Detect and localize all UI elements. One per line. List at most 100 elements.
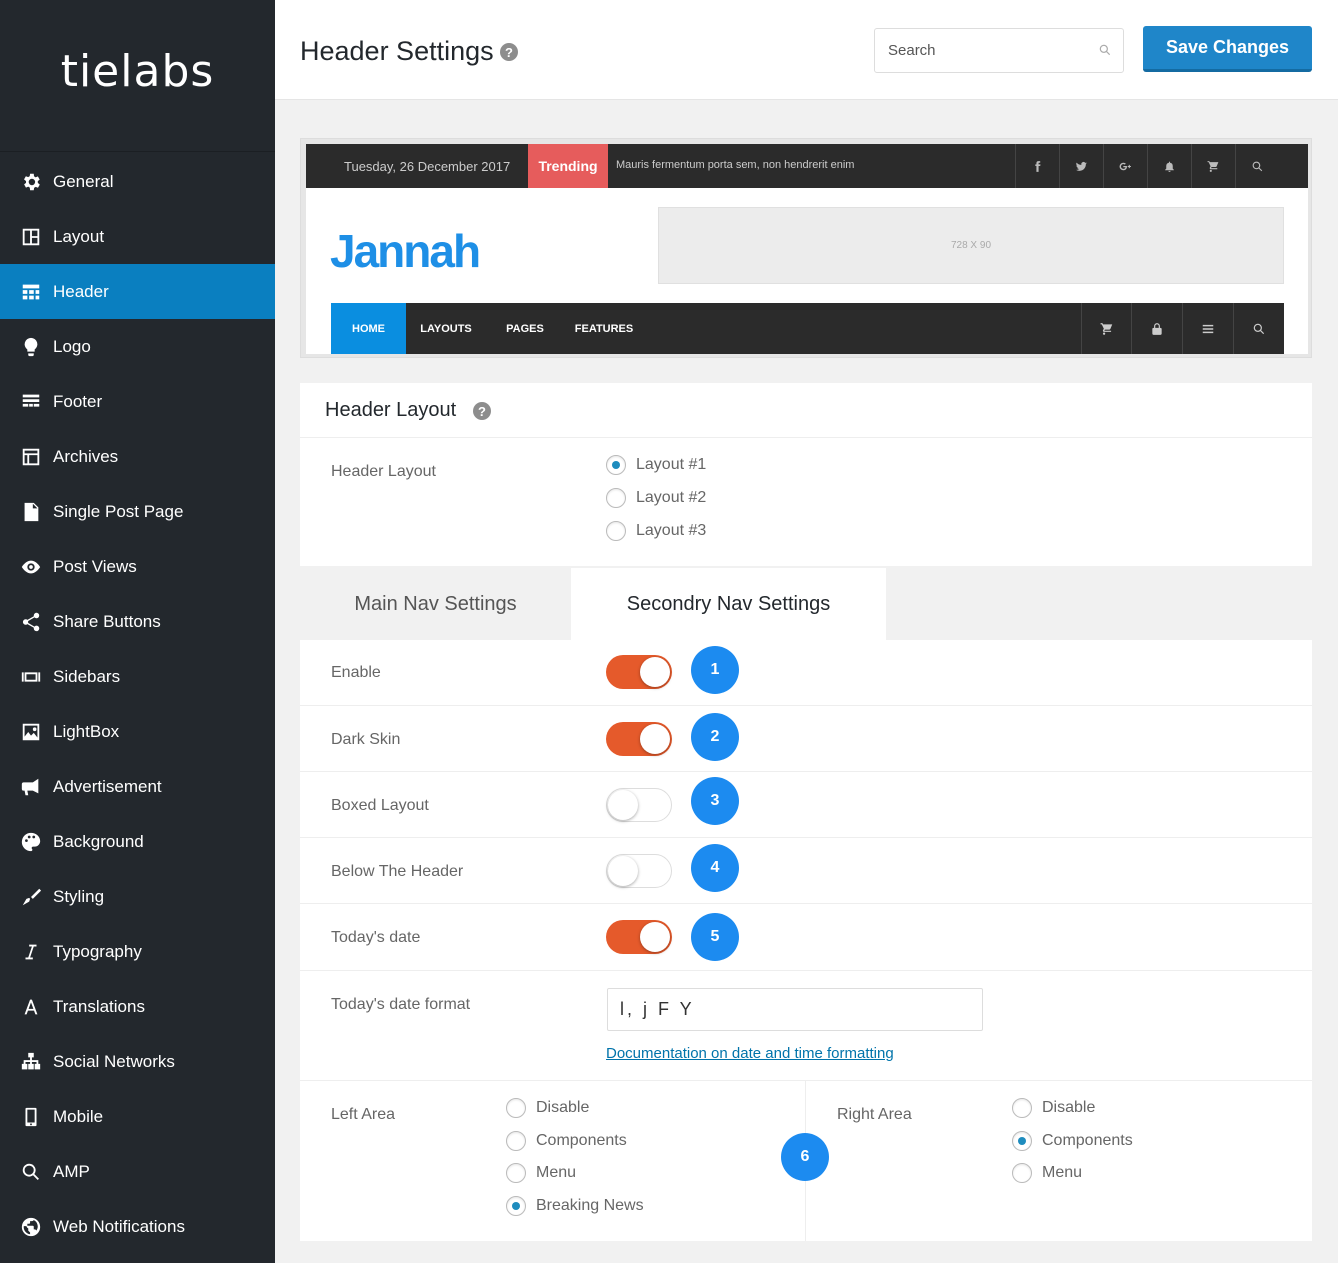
enable-toggle[interactable] <box>606 655 672 689</box>
section-title: Header Layout <box>325 399 457 421</box>
radio-button[interactable] <box>506 1098 526 1118</box>
radio-right-disable[interactable]: Disable <box>1012 1098 1095 1118</box>
sidebar-item-mobile[interactable]: Mobile <box>0 1089 275 1144</box>
radio-button[interactable] <box>1012 1163 1032 1183</box>
radio-right-components[interactable]: Components <box>1012 1131 1133 1151</box>
radio-layout-2[interactable]: Layout #2 <box>606 488 706 508</box>
callout-badge: 6 <box>781 1133 829 1181</box>
sidebar-item-sidebars[interactable]: Sidebars <box>0 649 275 704</box>
radio-left-disable[interactable]: Disable <box>506 1098 589 1118</box>
help-icon[interactable]: ? <box>473 402 491 420</box>
sidebar-item-styling[interactable]: Styling <box>0 869 275 924</box>
radio-button[interactable] <box>506 1196 526 1216</box>
preview-menu-features: FEATURES <box>574 322 634 335</box>
radio-label: Disable <box>536 1099 590 1116</box>
preview-menu-home: HOME <box>331 303 406 354</box>
radio-button[interactable] <box>506 1131 526 1151</box>
gear-icon <box>19 170 43 194</box>
callout-badge: 5 <box>691 913 739 961</box>
radio-label: Components <box>1042 1132 1133 1149</box>
todays-date-toggle[interactable] <box>606 920 672 954</box>
dark-skin-toggle[interactable] <box>606 722 672 756</box>
sidebar-item-advertisement[interactable]: Advertisement <box>0 759 275 814</box>
sidebar-item-label: Share Buttons <box>53 611 161 631</box>
preview-menu-pages: PAGES <box>506 322 544 335</box>
sidebar-item-label: Logo <box>53 336 91 356</box>
radio-button[interactable] <box>606 455 626 475</box>
radio-left-components[interactable]: Components <box>506 1131 627 1151</box>
radio-button[interactable] <box>506 1163 526 1183</box>
sidebar-item-header[interactable]: Header <box>0 264 275 319</box>
archives-icon <box>19 445 43 469</box>
sidebar-item-label: Post Views <box>53 556 137 576</box>
sidebar-item-logo[interactable]: Logo <box>0 319 275 374</box>
logo-text: tielabs <box>60 46 215 97</box>
sidebar-item-label: Translations <box>53 996 145 1016</box>
search-box <box>874 28 1124 73</box>
sidebar-item-archives[interactable]: Archives <box>0 429 275 484</box>
search-icon <box>1235 144 1279 188</box>
brush-icon <box>19 885 43 909</box>
sidebar-item-typography[interactable]: Typography <box>0 924 275 979</box>
radio-right-menu[interactable]: Menu <box>1012 1163 1082 1183</box>
radio-button[interactable] <box>1012 1098 1032 1118</box>
boxed-layout-toggle[interactable] <box>606 788 672 822</box>
right-area-label: Right Area <box>837 1106 912 1123</box>
radio-layout-1[interactable]: Layout #1 <box>606 455 706 475</box>
radio-label: Disable <box>1042 1099 1096 1116</box>
sidebar-item-post-views[interactable]: Post Views <box>0 539 275 594</box>
sidebar-item-label: LightBox <box>53 721 120 741</box>
radio-layout-3[interactable]: Layout #3 <box>606 521 706 541</box>
sidebar-item-translations[interactable]: Translations <box>0 979 275 1034</box>
preview-trending-label: Trending <box>528 144 608 188</box>
sidebar-item-label: Footer <box>53 391 103 411</box>
megaphone-icon <box>19 775 43 799</box>
preview-ad-banner: 728 X 90 <box>658 207 1284 284</box>
secondary-nav-settings-panel: Enable 1 Dark Skin 2 Boxed Layout 3 Belo… <box>300 640 1312 1241</box>
sidebar-item-footer[interactable]: Footer <box>0 374 275 429</box>
google-plus-icon <box>1103 144 1147 188</box>
setting-label: Below The Header <box>331 863 464 880</box>
sidebar-item-label: Layout <box>53 226 105 246</box>
preview-top-bar: Tuesday, 26 December 2017 Trending Mauri… <box>306 144 1308 188</box>
sidebar-item-amp[interactable]: AMP <box>0 1144 275 1199</box>
date-format-documentation-link[interactable]: Documentation on date and time formattin… <box>606 1045 894 1062</box>
left-area-label: Left Area <box>331 1106 396 1123</box>
search-icon <box>19 1160 43 1184</box>
header-layout-panel: Header Layout ? Header Layout Layout #1 … <box>300 383 1312 566</box>
radio-label: Components <box>536 1132 627 1149</box>
below-the-header-toggle[interactable] <box>606 854 672 888</box>
callout-badge: 1 <box>691 646 739 694</box>
radio-left-breaking-news[interactable]: Breaking News <box>506 1196 644 1216</box>
radio-button[interactable] <box>1012 1131 1032 1151</box>
radio-label: Layout #2 <box>636 489 707 506</box>
sidebar-item-web-notifications[interactable]: Web Notifications <box>0 1199 275 1254</box>
search-input[interactable] <box>875 29 1075 72</box>
search-icon[interactable] <box>1098 43 1112 57</box>
sidebar-item-general[interactable]: General <box>0 154 275 209</box>
sidebar-item-label: Single Post Page <box>53 501 184 521</box>
radio-button[interactable] <box>606 521 626 541</box>
save-changes-button[interactable]: Save Changes <box>1143 26 1312 72</box>
image-icon <box>19 720 43 744</box>
tab-secondary-nav-settings[interactable]: Secondry Nav Settings <box>571 568 886 640</box>
sidebar-item-layout[interactable]: Layout <box>0 209 275 264</box>
date-format-input[interactable] <box>607 988 983 1031</box>
help-icon[interactable]: ? <box>500 43 518 61</box>
callout-badge: 2 <box>691 713 739 761</box>
sidebar-item-background[interactable]: Background <box>0 814 275 869</box>
logo[interactable]: tielabs <box>0 0 275 152</box>
preview-ticker-text: Mauris fermentum porta sem, non hendreri… <box>616 159 855 171</box>
sidebar-item-lightbox[interactable]: LightBox <box>0 704 275 759</box>
sidebar-item-share-buttons[interactable]: Share Buttons <box>0 594 275 649</box>
tab-main-nav-settings[interactable]: Main Nav Settings <box>300 568 571 640</box>
sidebar-item-social-networks[interactable]: Social Networks <box>0 1034 275 1089</box>
palette-icon <box>19 830 43 854</box>
sidebar-item-single-post-page[interactable]: Single Post Page <box>0 484 275 539</box>
share-icon <box>19 610 43 634</box>
sidebar-item-label: Web Notifications <box>53 1216 185 1236</box>
radio-button[interactable] <box>606 488 626 508</box>
radio-left-menu[interactable]: Menu <box>506 1163 576 1183</box>
radio-label: Layout #1 <box>636 456 707 473</box>
top-bar: Header Settings ? Save Changes <box>275 0 1338 100</box>
